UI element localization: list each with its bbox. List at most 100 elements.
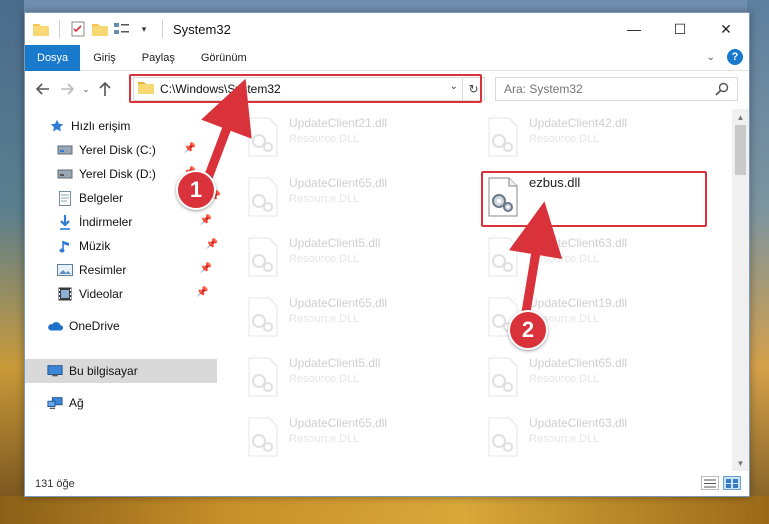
properties-icon[interactable]: [70, 21, 86, 37]
forward-button[interactable]: [55, 77, 79, 101]
scroll-thumb[interactable]: [735, 125, 746, 175]
navigation-pane: Hızlı erişim Yerel Disk (C:) 📌 Yerel Dis…: [25, 109, 221, 471]
view-options-icon[interactable]: [114, 21, 130, 37]
file-list: UpdateClient21.dll Resource DLL UpdateCli…: [221, 109, 733, 471]
download-icon: [57, 214, 73, 230]
file-name: UpdateClient5.dll: [289, 356, 381, 370]
network-icon: [47, 395, 63, 411]
file-type: Resource DLL: [529, 133, 600, 145]
help-button[interactable]: ?: [727, 49, 743, 65]
tab-home[interactable]: Giriş: [80, 45, 129, 71]
file-item[interactable]: UpdateClient65.dll Resource DLL: [245, 175, 475, 221]
scroll-down-icon[interactable]: ▼: [732, 455, 749, 471]
file-item[interactable]: UpdateClient5.dll Resource DLL: [245, 235, 475, 281]
close-button[interactable]: ✕: [703, 13, 749, 45]
nav-item-music[interactable]: Müzik 📌: [57, 235, 218, 257]
file-name: UpdateClient65.dll: [529, 356, 628, 370]
file-name: UpdateClient63.dll: [529, 416, 628, 430]
toolbar-separator: [59, 20, 60, 38]
cloud-icon: [47, 318, 63, 334]
nav-label: Resimler: [79, 263, 127, 277]
nav-item-documents[interactable]: Belgeler 📌: [57, 187, 221, 209]
nav-label: Bu bilgisayar: [69, 364, 138, 378]
file-item[interactable]: UpdateClient63.dll Resource DLL: [485, 235, 715, 281]
explorer-window: ▾ System32 — ☐ ✕ Dosya Giriş Paylaş Görü…: [24, 12, 750, 497]
pin-icon[interactable]: 📌: [200, 263, 212, 274]
nav-label: Videolar: [79, 287, 123, 301]
file-item[interactable]: UpdateClient65.dll Resource DLL: [245, 415, 475, 461]
file-item[interactable]: UpdateClient65.dll Resource DLL: [245, 295, 475, 341]
pin-icon[interactable]: 📌: [196, 287, 208, 298]
address-dropdown-chevron-icon[interactable]: ⌄: [450, 81, 458, 92]
folder-icon: [33, 21, 49, 37]
window-controls: — ☐ ✕: [611, 13, 749, 45]
file-item[interactable]: UpdateClient42.dll Resource DLL: [485, 115, 715, 161]
nav-label: OneDrive: [69, 319, 120, 333]
step-2-badge: 2: [508, 310, 548, 350]
drive-icon: [57, 166, 73, 182]
search-box[interactable]: [495, 77, 738, 101]
dll-file-icon: [245, 177, 281, 217]
ribbon-tabs: Dosya Giriş Paylaş Görünüm ⌄ ?: [25, 44, 749, 71]
computer-icon: [47, 363, 63, 379]
dll-file-icon: [485, 237, 521, 277]
file-type: Resource DLL: [289, 373, 360, 385]
nav-item-videos[interactable]: Videolar 📌: [57, 283, 209, 305]
details-view-icon[interactable]: [701, 476, 719, 490]
nav-onedrive[interactable]: OneDrive: [47, 315, 120, 337]
folder-icon: [138, 81, 154, 97]
pin-icon[interactable]: 📌: [200, 215, 212, 226]
back-button[interactable]: [31, 77, 55, 101]
pin-icon[interactable]: 📌: [206, 239, 218, 250]
tab-share[interactable]: Paylaş: [129, 45, 188, 71]
nav-item-local-disk-d[interactable]: Yerel Disk (D:) 📌: [57, 163, 196, 185]
tiles-view-icon[interactable]: [723, 476, 741, 490]
file-name: UpdateClient65.dll: [289, 176, 388, 190]
file-name: UpdateClient65.dll: [289, 296, 388, 310]
new-folder-icon[interactable]: [92, 21, 108, 37]
file-type: Resource DLL: [289, 433, 360, 445]
nav-this-pc[interactable]: Bu bilgisayar: [47, 360, 138, 382]
minimize-button[interactable]: —: [611, 13, 657, 45]
expand-ribbon-chevron-icon[interactable]: ⌄: [707, 52, 715, 63]
toolbar-separator: [162, 20, 163, 38]
scroll-up-icon[interactable]: ▲: [732, 109, 749, 125]
dll-file-icon: [245, 417, 281, 457]
nav-label: Müzik: [79, 239, 111, 253]
vertical-scrollbar[interactable]: ▲ ▼: [732, 109, 749, 471]
file-name: UpdateClient63.dll: [529, 236, 628, 250]
file-item[interactable]: UpdateClient63.dll Resource DLL: [485, 415, 715, 461]
recent-locations-chevron-icon[interactable]: ⌄: [79, 77, 93, 101]
nav-item-pictures[interactable]: Resimler 📌: [57, 259, 212, 281]
nav-item-downloads[interactable]: İndirmeler 📌: [57, 211, 212, 233]
nav-quick-access[interactable]: Hızlı erişim: [49, 115, 130, 137]
refresh-icon[interactable]: ↻: [462, 78, 484, 100]
drive-icon: [57, 142, 73, 158]
customize-toolbar-chevron-icon[interactable]: ▾: [136, 21, 152, 37]
title-bar: ▾ System32 — ☐ ✕: [25, 13, 749, 45]
tab-file[interactable]: Dosya: [25, 44, 81, 71]
picture-icon: [57, 262, 73, 278]
ribbon-right-controls: ⌄ ?: [707, 49, 743, 65]
maximize-button[interactable]: ☐: [657, 13, 703, 45]
file-item[interactable]: UpdateClient21.dll Resource DLL: [245, 115, 475, 161]
dll-file-icon: [245, 117, 281, 157]
address-bar[interactable]: C:\Windows\System32 ⌄ ↻: [133, 77, 485, 101]
nav-item-local-disk-c[interactable]: Yerel Disk (C:) 📌: [57, 139, 196, 161]
tab-view[interactable]: Görünüm: [188, 45, 260, 71]
file-type: Resource DLL: [289, 253, 360, 265]
search-input[interactable]: [504, 79, 714, 99]
up-button[interactable]: [93, 77, 117, 101]
file-name: UpdateClient65.dll: [289, 416, 388, 430]
file-name: UpdateClient19.dll: [529, 296, 628, 310]
file-type: Resource DLL: [289, 313, 360, 325]
dll-file-icon: [485, 417, 521, 457]
pin-icon[interactable]: 📌: [183, 143, 195, 154]
file-item[interactable]: UpdateClient5.dll Resource DLL: [245, 355, 475, 401]
search-icon[interactable]: [715, 82, 729, 99]
file-name: UpdateClient5.dll: [289, 236, 381, 250]
file-item[interactable]: UpdateClient65.dll Resource DLL: [485, 355, 715, 401]
dll-file-icon: [245, 237, 281, 277]
nav-label: İndirmeler: [79, 215, 133, 229]
nav-network[interactable]: Ağ: [47, 392, 84, 414]
